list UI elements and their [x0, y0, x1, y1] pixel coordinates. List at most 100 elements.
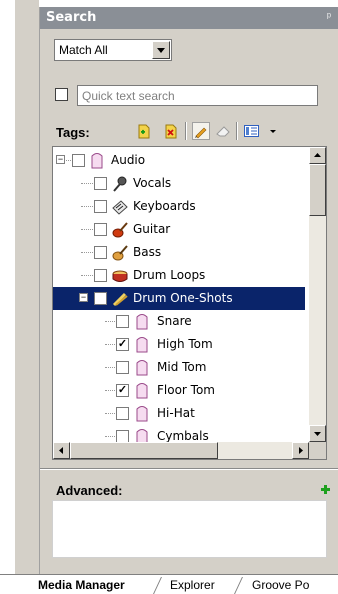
scrollbar-corner: [309, 442, 326, 459]
advanced-criteria-box[interactable]: [52, 500, 327, 558]
tree-checkbox-checked[interactable]: ✓: [116, 384, 129, 397]
tag-icon: [136, 383, 148, 399]
tree-connector: [105, 436, 115, 437]
tree-connector: [81, 206, 93, 207]
tree-item-hi-hat[interactable]: Hi-Hat: [53, 402, 305, 425]
tree-checkbox[interactable]: [94, 200, 107, 213]
tree-item-snare[interactable]: Snare: [53, 310, 305, 333]
tree-checkbox[interactable]: [94, 223, 107, 236]
match-select[interactable]: Match All: [54, 39, 172, 61]
keyboard-icon: [112, 200, 128, 215]
drumsticks-icon: [112, 292, 128, 307]
tree-checkbox[interactable]: [116, 407, 129, 420]
tree-item-guitar[interactable]: Guitar: [53, 218, 305, 241]
tree-item-drum-one-shots[interactable]: − Drum One-Shots: [53, 287, 305, 310]
tree-item-label: Floor Tom: [157, 383, 215, 397]
bass-icon: [112, 245, 128, 261]
tree-item-vocals[interactable]: Vocals: [53, 172, 305, 195]
tree-checkbox[interactable]: [116, 361, 129, 374]
tab-explorer[interactable]: Explorer: [170, 576, 215, 594]
tree-checkbox[interactable]: [94, 246, 107, 259]
arrow-down-icon: [314, 432, 321, 436]
tree-connector: [81, 183, 93, 184]
tab-separator: [153, 577, 162, 594]
eraser-icon[interactable]: [214, 122, 232, 140]
tree-item-label: Snare: [157, 314, 192, 328]
tree-item-label: Drum Loops: [133, 268, 206, 282]
bottom-tab-bar: Media Manager Explorer Groove Po: [0, 574, 338, 594]
tree-item-mid-tom[interactable]: Mid Tom: [53, 356, 305, 379]
tree-item-label: High Tom: [157, 337, 213, 351]
divider: [40, 468, 338, 470]
tag-tree[interactable]: − Audio Vocals Keyboards Guitar Bass Dru…: [52, 146, 327, 460]
tag-icon: [136, 314, 148, 330]
add-tag-icon[interactable]: [134, 122, 152, 140]
tree-item-keyboards[interactable]: Keyboards: [53, 195, 305, 218]
collapse-icon[interactable]: −: [56, 155, 65, 164]
advanced-label: Advanced:: [56, 483, 123, 498]
drum-icon: [112, 270, 128, 282]
vertical-scrollbar[interactable]: [309, 147, 326, 442]
tree-item-label: Hi-Hat: [157, 406, 195, 420]
tree-item-label: Cymbals: [157, 429, 209, 443]
horizontal-scrollbar[interactable]: [53, 442, 309, 459]
quick-search-checkbox[interactable]: [55, 88, 68, 101]
tree-item-floor-tom[interactable]: ✓ Floor Tom: [53, 379, 305, 402]
toolbar-separator: [185, 122, 186, 140]
tab-groove-pool[interactable]: Groove Po: [252, 576, 309, 594]
tree-connector: [81, 275, 93, 276]
tag-icon: [91, 153, 103, 169]
tags-label: Tags:: [56, 125, 90, 140]
tree-checkbox[interactable]: [94, 177, 107, 190]
collapse-icon[interactable]: −: [79, 293, 88, 302]
panel-titlebar[interactable]: Search ᵖ: [40, 7, 338, 29]
arrow-up-icon: [314, 153, 321, 157]
tree-connector: [105, 344, 115, 345]
scroll-right-button[interactable]: [292, 442, 309, 459]
scroll-up-button[interactable]: [309, 147, 326, 164]
view-options-icon[interactable]: [243, 122, 261, 140]
quick-search-placeholder: Quick text search: [82, 89, 175, 103]
remove-tag-icon[interactable]: [161, 122, 179, 140]
tree-item-label: Mid Tom: [157, 360, 207, 374]
scroll-down-button[interactable]: [309, 425, 326, 442]
tree-item-drum-loops[interactable]: Drum Loops: [53, 264, 305, 287]
tree-item-audio[interactable]: − Audio: [53, 149, 305, 172]
tree-checkbox[interactable]: [94, 269, 107, 282]
tree-item-bass[interactable]: Bass: [53, 241, 305, 264]
chevron-down-icon[interactable]: [265, 122, 283, 140]
tag-icon: [136, 360, 148, 376]
tree-item-label: Bass: [133, 245, 162, 259]
tree-checkbox[interactable]: [72, 154, 85, 167]
tab-media-manager[interactable]: Media Manager: [38, 576, 125, 594]
tree-connector: [66, 160, 71, 161]
pin-icon[interactable]: ᵖ: [327, 11, 331, 23]
tree-checkbox[interactable]: [116, 315, 129, 328]
panel-title: Search: [46, 10, 97, 25]
tree-checkbox[interactable]: [94, 292, 107, 305]
dropdown-arrow-icon[interactable]: [152, 41, 170, 59]
dock-strip: ×: [15, 0, 50, 580]
tree-connector: [105, 367, 115, 368]
quick-search-input[interactable]: Quick text search: [77, 85, 318, 106]
guitar-icon: [112, 222, 128, 238]
tree-item-label: Audio: [111, 153, 146, 167]
tree-checkbox-checked[interactable]: ✓: [116, 338, 129, 351]
tree-connector: [81, 252, 93, 253]
tree-item-high-tom[interactable]: ✓ High Tom: [53, 333, 305, 356]
arrow-right-icon: [299, 447, 303, 454]
tab-separator: [234, 577, 243, 594]
scroll-left-button[interactable]: [53, 442, 70, 459]
horizontal-scroll-thumb[interactable]: [70, 442, 218, 459]
tree-item-label: Keyboards: [133, 199, 196, 213]
search-panel: Search ᵖ Match All Quick text search Tag…: [39, 7, 338, 580]
tree-item-label: Drum One-Shots: [133, 291, 233, 305]
tree-item-label: Guitar: [133, 222, 171, 236]
tag-tree-rows: − Audio Vocals Keyboards Guitar Bass Dru…: [53, 149, 305, 448]
edit-tag-icon[interactable]: [192, 122, 210, 140]
tag-icon: [136, 406, 148, 422]
tree-connector: [105, 390, 115, 391]
toolbar-separator: [236, 122, 237, 140]
vertical-scroll-thumb[interactable]: [309, 164, 326, 216]
add-icon[interactable]: [321, 485, 330, 494]
